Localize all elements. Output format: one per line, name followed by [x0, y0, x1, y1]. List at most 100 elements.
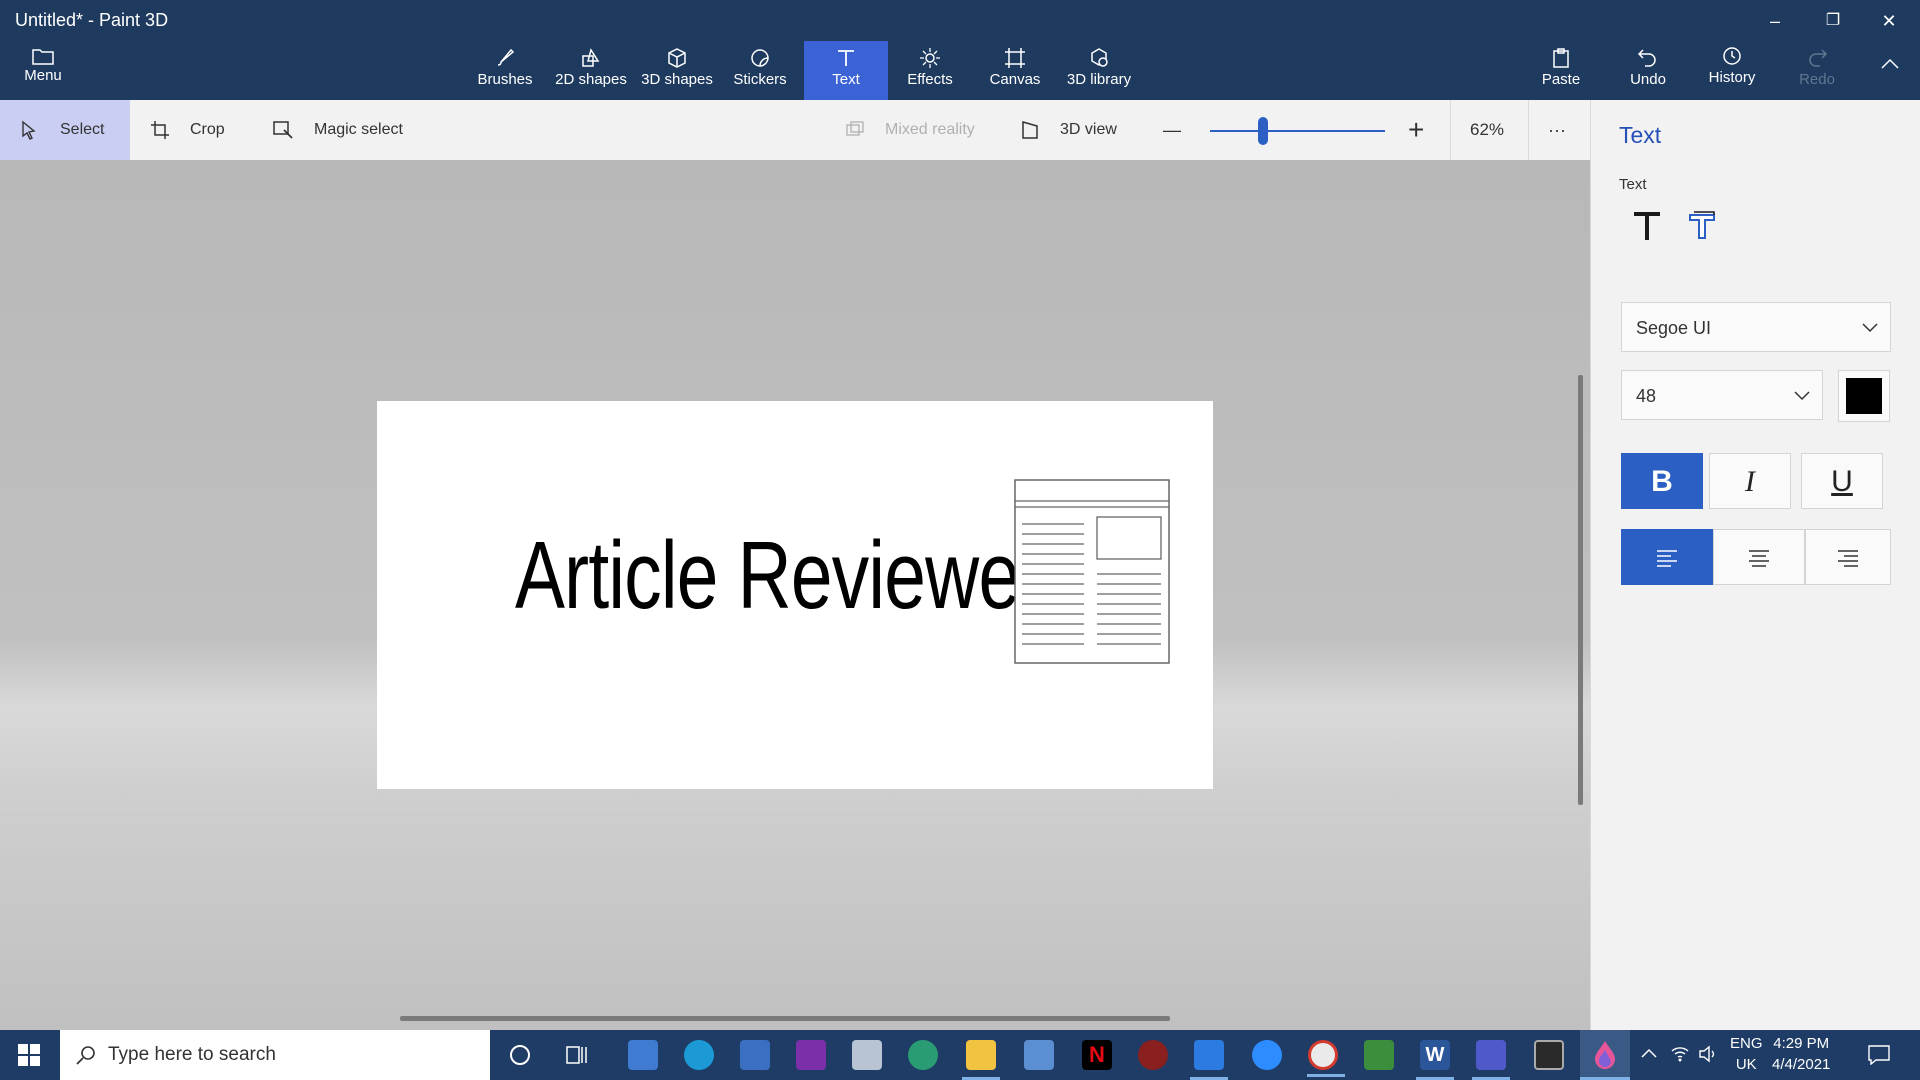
windows-icon: [18, 1044, 40, 1066]
paste-button[interactable]: Paste: [1540, 41, 1582, 100]
undo-label: Undo: [1630, 71, 1666, 88]
netflix-icon[interactable]: N: [1082, 1040, 1112, 1070]
2d-text-button[interactable]: [1631, 208, 1663, 244]
onenote-icon[interactable]: [796, 1040, 826, 1070]
paint-3d-taskbar-button[interactable]: [1580, 1030, 1630, 1080]
text-icon: [838, 50, 854, 66]
start-button[interactable]: [18, 1044, 40, 1071]
tool-canvas[interactable]: Canvas: [980, 41, 1050, 100]
chevron-down-icon: [1794, 391, 1810, 401]
paint-3d-icon: [1595, 1041, 1615, 1069]
zoom-slider-thumb[interactable]: [1257, 117, 1268, 145]
mail-app-icon[interactable]: [852, 1040, 882, 1070]
collapse-toolbar-button[interactable]: [1870, 41, 1910, 100]
tool-effects[interactable]: Effects: [895, 41, 965, 100]
magic-select-button[interactable]: Magic select: [272, 100, 432, 160]
2d-text-icon: [1634, 212, 1660, 240]
3d-view-button[interactable]: 3D view: [1020, 100, 1125, 160]
menu-button[interactable]: Menu: [18, 41, 68, 100]
more-options-button[interactable]: ···: [1548, 100, 1576, 160]
action-center-button[interactable]: [1868, 1045, 1890, 1070]
workspace[interactable]: Article Reviewer: [0, 160, 1590, 1030]
mixed-reality-button[interactable]: Mixed reality: [845, 100, 985, 160]
color-swatch: [1846, 378, 1882, 414]
select-button[interactable]: Select: [0, 100, 130, 160]
crop-button[interactable]: Crop: [150, 100, 250, 160]
task-view-icon: [566, 1046, 587, 1064]
task-view-button[interactable]: [566, 1045, 588, 1070]
magic-select-icon: [273, 121, 293, 139]
sun-icon: [920, 48, 940, 68]
zoom-out-button[interactable]: —: [1163, 100, 1187, 160]
underline-button[interactable]: U: [1801, 453, 1883, 509]
computer-app-icon[interactable]: [1024, 1040, 1054, 1070]
spider-app-icon[interactable]: [1138, 1040, 1168, 1070]
divider: [1450, 100, 1451, 160]
cursor-icon: [22, 120, 36, 140]
align-right-button[interactable]: [1805, 529, 1891, 585]
restore-button[interactable]: ❐: [1810, 6, 1856, 36]
file-explorer-icon[interactable]: [962, 1040, 1000, 1080]
network-icon[interactable]: [1670, 1045, 1690, 1068]
teams-icon[interactable]: [1472, 1040, 1510, 1080]
minimize-button[interactable]: –: [1752, 6, 1798, 36]
align-left-button[interactable]: [1621, 529, 1713, 585]
tool-brushes[interactable]: Brushes: [470, 41, 540, 100]
globe-app-icon[interactable]: [908, 1040, 938, 1070]
terminal-icon[interactable]: [1534, 1040, 1564, 1070]
text-color-picker[interactable]: [1838, 370, 1890, 422]
align-center-icon: [1749, 550, 1769, 567]
undo-button[interactable]: Undo: [1627, 41, 1669, 100]
align-center-button[interactable]: [1713, 529, 1805, 585]
region-code: UK: [1735, 1056, 1757, 1073]
zoom-level[interactable]: 62%: [1470, 100, 1504, 160]
canvas-text[interactable]: Article Reviewer: [515, 521, 1044, 631]
edge-icon[interactable]: [684, 1040, 714, 1070]
show-hidden-icons-button[interactable]: [1640, 1046, 1658, 1065]
font-size-dropdown[interactable]: 48: [1621, 370, 1823, 420]
cortana-button[interactable]: [508, 1043, 532, 1072]
select-label: Select: [60, 121, 105, 138]
notepad-app-icon[interactable]: [1364, 1040, 1394, 1070]
redo-button[interactable]: Redo: [1795, 41, 1839, 100]
zoom-app-icon[interactable]: [1252, 1040, 1282, 1070]
tool-stickers[interactable]: Stickers: [725, 41, 795, 100]
input-language[interactable]: ENG UK: [1730, 1033, 1763, 1075]
font-family-dropdown[interactable]: Segoe UI: [1621, 302, 1891, 352]
newspaper-icon[interactable]: [1014, 479, 1172, 665]
tool-2d-shapes[interactable]: 2D shapes: [550, 41, 632, 100]
align-left-icon: [1657, 550, 1677, 567]
photos-app-icon[interactable]: [628, 1040, 658, 1070]
cortana-icon: [510, 1045, 530, 1065]
mixed-reality-icon: [846, 121, 864, 136]
zoom-in-button[interactable]: +: [1408, 100, 1432, 160]
tool-label: 3D shapes: [641, 71, 713, 88]
clock-date: 4/4/2021: [1772, 1056, 1831, 1073]
3d-text-button[interactable]: [1686, 208, 1718, 244]
tool-text[interactable]: Text: [804, 41, 888, 100]
chevron-down-icon: [1862, 323, 1878, 333]
chrome-icon[interactable]: [1307, 1040, 1345, 1077]
crop-icon: [151, 121, 169, 139]
3d-text-icon: [1689, 211, 1715, 239]
tool-3d-shapes[interactable]: 3D shapes: [637, 41, 717, 100]
cube-icon: [668, 48, 686, 68]
chevron-up-icon: [1641, 1048, 1657, 1058]
volume-icon[interactable]: [1698, 1045, 1718, 1068]
italic-button[interactable]: I: [1709, 453, 1791, 509]
bold-button[interactable]: B: [1621, 453, 1703, 509]
store-icon[interactable]: [740, 1040, 770, 1070]
word-icon[interactable]: W: [1416, 1040, 1454, 1080]
zoom-slider-track[interactable]: [1210, 130, 1385, 132]
taskbar-search[interactable]: Type here to search: [60, 1030, 490, 1080]
vertical-scrollbar[interactable]: [1578, 375, 1583, 805]
notification-icon: [1868, 1045, 1890, 1066]
horizontal-scrollbar[interactable]: [400, 1016, 1170, 1021]
tool-3d-library[interactable]: 3D library: [1062, 41, 1136, 100]
panel-title: Text: [1619, 122, 1662, 148]
drawing-canvas[interactable]: Article Reviewer: [377, 401, 1213, 789]
close-button[interactable]: ✕: [1866, 6, 1912, 36]
system-clock[interactable]: 4:29 PM 4/4/2021: [1772, 1033, 1830, 1075]
outlook-mail-icon[interactable]: [1190, 1040, 1228, 1080]
history-button[interactable]: History: [1705, 41, 1759, 100]
